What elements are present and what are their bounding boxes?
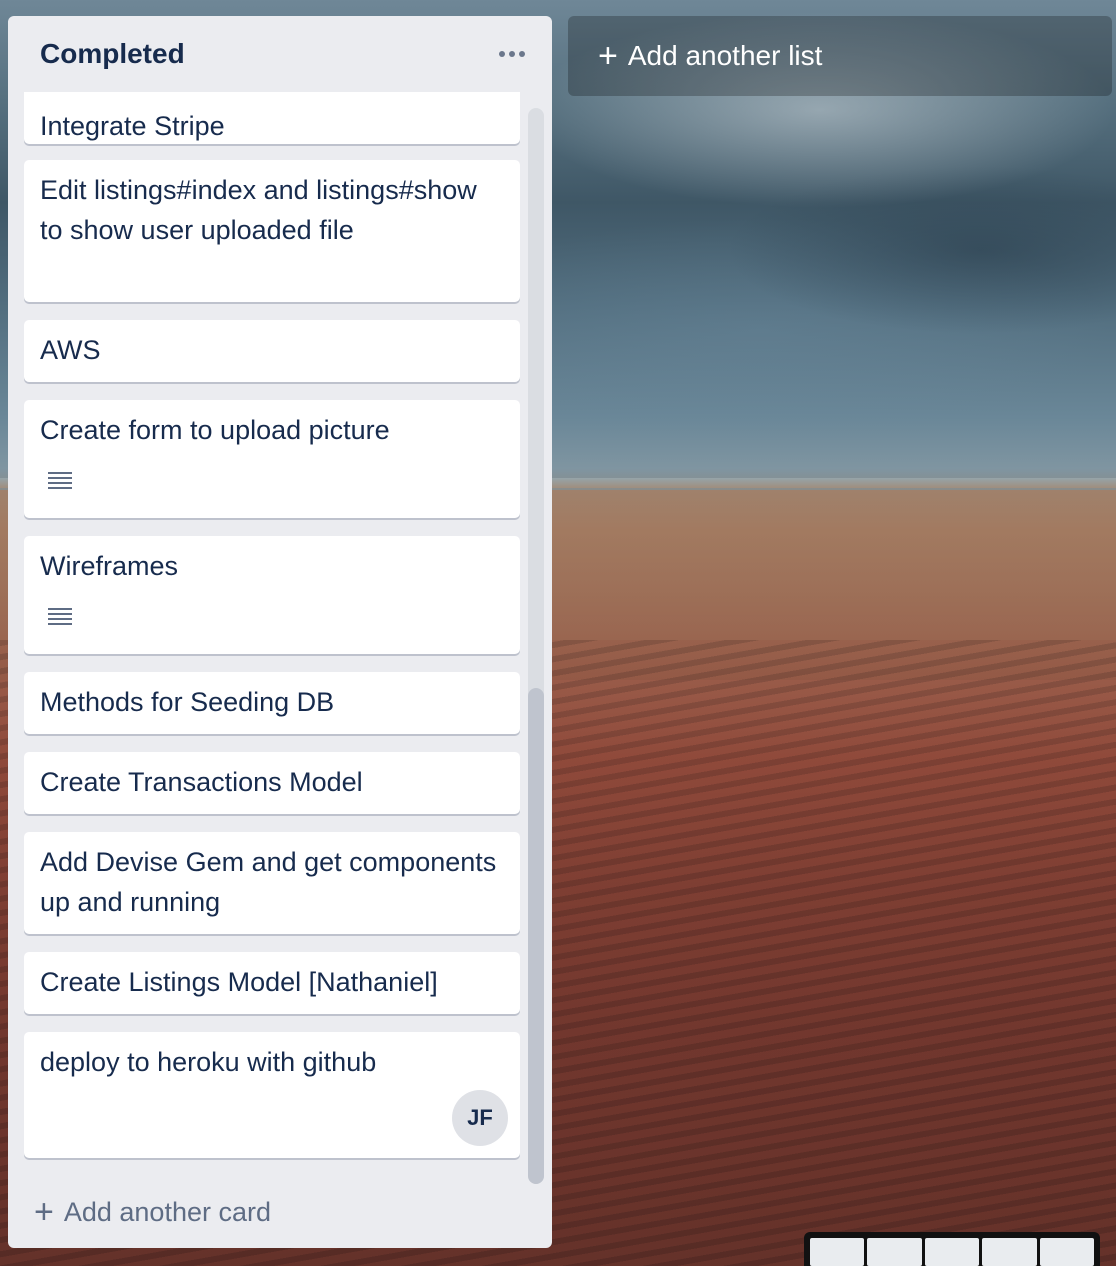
add-list-label: Add another list: [627, 40, 823, 71]
card-add-devise-gem[interactable]: Add Devise Gem and get components up and…: [24, 832, 520, 934]
card-title: Create Transactions Model: [40, 767, 363, 797]
card-title: Wireframes: [40, 551, 179, 581]
card-title: Edit listings#index and listings#show to…: [40, 175, 477, 245]
add-card-label: Add another card: [63, 1196, 271, 1227]
plus-icon: +: [598, 37, 618, 75]
plus-icon: +: [34, 1193, 54, 1231]
card-integrate-stripe[interactable]: Integrate Stripe: [24, 92, 520, 144]
card-create-transactions-model[interactable]: Create Transactions Model: [24, 752, 520, 814]
card-title: Add Devise Gem and get components up and…: [40, 847, 497, 917]
board-minimap-thumbnail[interactable]: [804, 1232, 1100, 1266]
card-create-listings-model[interactable]: Create Listings Model [Nathaniel]: [24, 952, 520, 1014]
card-deploy-heroku[interactable]: deploy to heroku with github JF: [24, 1032, 520, 1158]
card-title: Methods for Seeding DB: [40, 687, 335, 717]
card-wireframes[interactable]: Wireframes: [24, 536, 520, 654]
card-title: deploy to heroku with github: [40, 1047, 377, 1077]
member-avatar[interactable]: JF: [452, 1090, 508, 1146]
ellipsis-icon[interactable]: [490, 32, 534, 76]
list-title[interactable]: Completed: [40, 38, 185, 70]
add-list-button[interactable]: + Add another list: [568, 16, 1112, 96]
card-list: Integrate Stripe Edit listings#index and…: [24, 92, 520, 1182]
card-aws[interactable]: AWS: [24, 320, 520, 382]
list-header: Completed: [8, 16, 552, 92]
card-title: AWS: [40, 335, 101, 365]
card-title: Create Listings Model [Nathaniel]: [40, 967, 438, 997]
card-title: Integrate Stripe: [40, 111, 225, 141]
card-methods-seeding-db[interactable]: Methods for Seeding DB: [24, 672, 520, 734]
scrollbar-thumb[interactable]: [528, 688, 544, 1184]
add-card-button[interactable]: + Add another card: [26, 1186, 534, 1238]
card-create-form-upload[interactable]: Create form to upload picture: [24, 400, 520, 518]
description-icon: [48, 472, 72, 492]
card-edit-listings[interactable]: Edit listings#index and listings#show to…: [24, 160, 520, 302]
list-completed: Completed Integrate Stripe Edit listings…: [8, 16, 552, 1248]
description-icon: [48, 608, 72, 628]
list-scrollbar[interactable]: [528, 108, 544, 1184]
card-title: Create form to upload picture: [40, 415, 390, 445]
